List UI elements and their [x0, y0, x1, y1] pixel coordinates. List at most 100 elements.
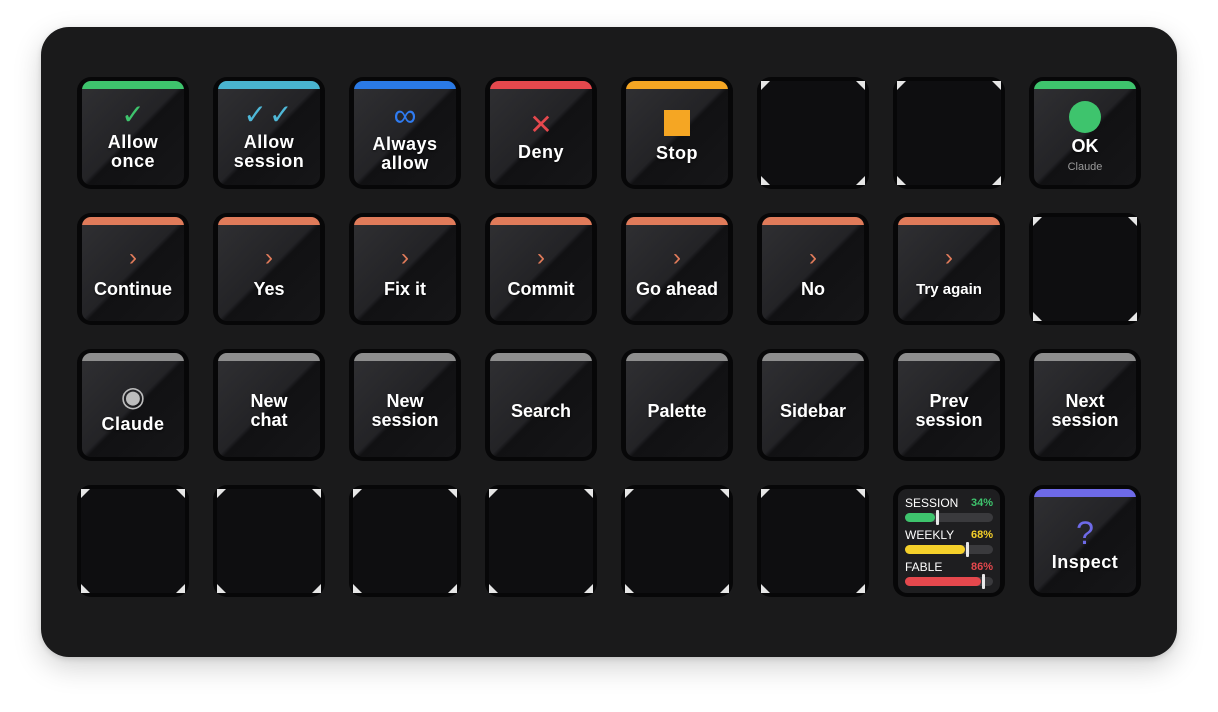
- corner-mark: [1128, 312, 1137, 321]
- corner-mark: [1128, 217, 1137, 226]
- search-button[interactable]: Search: [485, 349, 597, 461]
- radio-target-icon: ◉: [120, 380, 146, 412]
- usage-panel: SESSION 34% WEEKLY 68% FABLE 86%: [898, 489, 1000, 593]
- corner-mark: [1033, 217, 1042, 226]
- key-label: Always: [372, 134, 438, 154]
- corner-mark: [353, 584, 362, 593]
- go-ahead-button[interactable]: › Go ahead: [621, 213, 733, 325]
- empty-key-face: [217, 489, 321, 593]
- key-accent-bar: [1034, 81, 1136, 89]
- always-allow-button[interactable]: ∞ Always allow: [349, 77, 461, 189]
- usage-label: FABLE: [905, 560, 943, 574]
- new-session-button[interactable]: New session: [349, 349, 461, 461]
- yes-button[interactable]: › Yes: [213, 213, 325, 325]
- allow-once-button[interactable]: ✓ Allow once: [77, 77, 189, 189]
- key-label: Try again: [916, 280, 982, 298]
- empty-key-face: [1033, 217, 1137, 321]
- key-label: session: [915, 410, 983, 430]
- key-label: Yes: [253, 278, 285, 299]
- key-face: Sidebar: [762, 353, 864, 457]
- corner-mark: [448, 489, 457, 498]
- empty-key-face: [625, 489, 729, 593]
- key-label: Next: [1065, 391, 1105, 411]
- chevron-right-icon: ›: [945, 243, 953, 271]
- key-label: Palette: [647, 400, 707, 421]
- palette-button[interactable]: Palette: [621, 349, 733, 461]
- empty-key-face: [353, 489, 457, 593]
- corner-mark: [217, 584, 226, 593]
- key-label: Prev: [929, 391, 969, 411]
- key-grid: ✓ Allow once ✓✓ Allow session ∞ Always allow ✕ Den…: [77, 77, 1141, 597]
- status-dot-icon: [1069, 101, 1101, 133]
- chevron-right-icon: ›: [673, 243, 681, 271]
- empty-key[interactable]: [1029, 213, 1141, 325]
- prev-session-button[interactable]: Prev session: [893, 349, 1005, 461]
- usage-marker: [981, 574, 985, 589]
- corner-mark: [992, 176, 1001, 185]
- stop-button[interactable]: ■ Stop: [621, 77, 733, 189]
- usage-track: [905, 542, 993, 557]
- empty-key[interactable]: [349, 485, 461, 597]
- corner-mark: [584, 489, 593, 498]
- corner-mark: [1033, 312, 1042, 321]
- key-accent-bar: [218, 217, 320, 225]
- empty-key-face: [897, 81, 1001, 185]
- key-face: ∞ Always allow: [354, 81, 456, 185]
- infinity-icon: ∞: [393, 97, 417, 133]
- corner-mark: [897, 81, 906, 90]
- status-ok-button[interactable]: OK Claude: [1029, 77, 1141, 189]
- usage-meter[interactable]: SESSION 34% WEEKLY 68% FABLE 86%: [893, 485, 1005, 597]
- usage-row-header: SESSION 34%: [905, 496, 993, 510]
- chevron-right-icon: ›: [265, 243, 273, 271]
- inspect-button[interactable]: ? Inspect: [1029, 485, 1141, 597]
- empty-key[interactable]: [621, 485, 733, 597]
- fix-it-button[interactable]: › Fix it: [349, 213, 461, 325]
- key-accent-bar: [626, 353, 728, 361]
- key-label: session: [371, 410, 439, 430]
- key-accent-bar: [626, 81, 728, 89]
- key-label: Fix it: [383, 278, 426, 299]
- empty-key[interactable]: [485, 485, 597, 597]
- key-face: ◉ Claude: [82, 353, 184, 457]
- usage-row-weekly: WEEKLY 68%: [905, 528, 993, 560]
- next-session-button[interactable]: Next session: [1029, 349, 1141, 461]
- chevron-right-icon: ›: [129, 243, 137, 271]
- usage-fill: [905, 513, 935, 522]
- new-chat-button[interactable]: New chat: [213, 349, 325, 461]
- corner-mark: [761, 584, 770, 593]
- key-label: session: [1051, 410, 1119, 430]
- corner-mark: [761, 489, 770, 498]
- corner-mark: [353, 489, 362, 498]
- try-again-button[interactable]: › Try again: [893, 213, 1005, 325]
- claude-button[interactable]: ◉ Claude: [77, 349, 189, 461]
- key-accent-bar: [218, 81, 320, 89]
- no-button[interactable]: › No: [757, 213, 869, 325]
- key-face: ✓ Allow once: [82, 81, 184, 185]
- key-accent-bar: [490, 81, 592, 89]
- usage-marker: [965, 542, 969, 557]
- usage-percent: 34%: [970, 497, 993, 509]
- deny-button[interactable]: ✕ Deny: [485, 77, 597, 189]
- key-label: Go ahead: [635, 278, 719, 299]
- key-accent-bar: [82, 81, 184, 89]
- continue-button[interactable]: › Continue: [77, 213, 189, 325]
- key-label: chat: [250, 410, 288, 430]
- empty-key[interactable]: [757, 485, 869, 597]
- empty-key[interactable]: [213, 485, 325, 597]
- empty-key[interactable]: [893, 77, 1005, 189]
- corner-mark: [897, 176, 906, 185]
- usage-track: [905, 510, 993, 525]
- usage-row-fable: FABLE 86%: [905, 560, 993, 592]
- commit-button[interactable]: › Commit: [485, 213, 597, 325]
- key-face: ✕ Deny: [490, 81, 592, 185]
- sidebar-button[interactable]: Sidebar: [757, 349, 869, 461]
- key-label: Inspect: [1051, 551, 1119, 572]
- key-face: Palette: [626, 353, 728, 457]
- key-accent-bar: [762, 353, 864, 361]
- key-accent-bar: [490, 353, 592, 361]
- empty-key[interactable]: [77, 485, 189, 597]
- corner-mark: [448, 584, 457, 593]
- allow-session-button[interactable]: ✓✓ Allow session: [213, 77, 325, 189]
- usage-row-header: WEEKLY 68%: [905, 528, 993, 542]
- empty-key[interactable]: [757, 77, 869, 189]
